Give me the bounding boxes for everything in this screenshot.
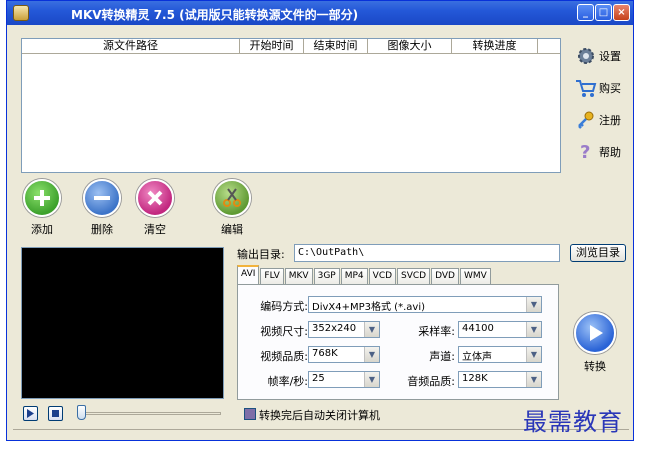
column-end-time[interactable]: 结束时间 [304, 39, 368, 53]
stop-icon [52, 410, 59, 417]
video-preview [21, 247, 224, 399]
video-size-select[interactable]: 352x240 ▼ [308, 321, 380, 338]
sample-rate-value: 44100 [462, 323, 494, 334]
tab-wmv[interactable]: WMV [459, 268, 491, 284]
play-icon [574, 312, 616, 354]
chevron-down-icon[interactable]: ▼ [364, 322, 379, 337]
browse-dir-button[interactable]: 浏览目录 [570, 244, 626, 262]
add-button[interactable]: 添加 [17, 179, 67, 237]
maximize-button[interactable]: □ [595, 4, 612, 21]
title-bar[interactable]: MKV转换精灵 7.5 (试用版只能转换源文件的一部分) _ □ × [7, 1, 633, 25]
seek-slider-thumb[interactable] [77, 405, 86, 420]
video-size-value: 352x240 [312, 323, 357, 334]
audio-quality-value: 128K [462, 373, 488, 384]
video-size-label: 视频尺寸: [260, 325, 308, 338]
auto-shutdown-label[interactable]: 转换完后自动关闭计算机 [259, 407, 380, 423]
convert-button[interactable]: 转换 [572, 312, 618, 374]
fps-select[interactable]: 25 ▼ [308, 371, 380, 388]
chevron-down-icon[interactable]: ▼ [526, 372, 541, 387]
stop-button[interactable] [48, 406, 63, 421]
audio-quality-label: 音频品质: [407, 375, 455, 388]
sample-rate-select[interactable]: 44100 ▼ [458, 321, 542, 338]
add-label: 添加 [31, 223, 53, 236]
tab-3gp[interactable]: 3GP [313, 268, 340, 284]
settings-label: 设置 [599, 50, 621, 63]
column-start-time[interactable]: 开始时间 [240, 39, 304, 53]
gear-icon [575, 45, 597, 67]
buy-label: 购买 [599, 82, 621, 95]
sample-rate-label: 采样率: [418, 325, 455, 338]
buy-button[interactable]: 购买 [575, 77, 635, 99]
audio-quality-select[interactable]: 128K ▼ [458, 371, 542, 388]
tab-flv[interactable]: FLV [260, 268, 284, 284]
chevron-down-icon[interactable]: ▼ [526, 322, 541, 337]
codec-select[interactable]: DivX4+MP3格式 (*.avi) ▼ [308, 296, 542, 313]
video-quality-label: 视频品质: [260, 350, 308, 363]
app-icon [13, 5, 29, 21]
key-icon [575, 109, 597, 131]
fps-value: 25 [312, 373, 325, 384]
clear-label: 清空 [144, 223, 166, 236]
edit-button[interactable]: 编辑 [207, 179, 257, 237]
help-button[interactable]: ? 帮助 [575, 141, 635, 163]
video-quality-select[interactable]: 768K ▼ [308, 346, 380, 363]
help-label: 帮助 [599, 146, 621, 159]
file-list-header: 源文件路径 开始时间 结束时间 图像大小 转换进度 [22, 39, 560, 54]
plus-icon [23, 179, 61, 217]
close-button[interactable]: × [613, 4, 630, 21]
codec-value: DivX4+MP3格式 (*.avi) [312, 302, 425, 313]
app-window: MKV转换精灵 7.5 (试用版只能转换源文件的一部分) _ □ × 源文件路径… [6, 0, 634, 441]
convert-label: 转换 [584, 360, 606, 373]
format-tabs: AVI FLV MKV 3GP MP4 VCD SVCD DVD WMV [237, 265, 492, 284]
channel-value: 立体声 [462, 352, 492, 363]
minimize-button[interactable]: _ [577, 4, 594, 21]
column-source-path[interactable]: 源文件路径 [22, 39, 240, 53]
watermark-text: 最需教育 [523, 408, 623, 436]
edit-label: 编辑 [221, 223, 243, 236]
tab-mp4[interactable]: MP4 [340, 268, 368, 284]
delete-label: 删除 [91, 223, 113, 236]
tab-svcd[interactable]: SVCD [397, 268, 431, 284]
output-dir-label: 输出目录: [237, 248, 285, 261]
tab-mkv[interactable]: MKV [284, 268, 313, 284]
tab-avi[interactable]: AVI [237, 265, 260, 284]
codec-label: 编码方式: [260, 300, 308, 313]
channel-label: 声道: [429, 350, 455, 363]
play-button[interactable] [23, 406, 38, 421]
tab-vcd[interactable]: VCD [368, 268, 397, 284]
avi-settings-panel: 编码方式: DivX4+MP3格式 (*.avi) ▼ 视频尺寸: 352x24… [237, 284, 559, 400]
window-title: MKV转换精灵 7.5 (试用版只能转换源文件的一部分) [71, 8, 359, 22]
minus-icon [83, 179, 121, 217]
column-progress[interactable]: 转换进度 [452, 39, 538, 53]
column-image-size[interactable]: 图像大小 [368, 39, 452, 53]
chevron-down-icon[interactable]: ▼ [526, 347, 541, 362]
svg-text:?: ? [580, 142, 590, 163]
auto-shutdown-checkbox[interactable] [244, 408, 256, 420]
output-dir-input[interactable]: C:\OutPath\ [294, 244, 560, 262]
fps-label: 帧率/秒: [267, 375, 308, 388]
chevron-down-icon[interactable]: ▼ [364, 347, 379, 362]
register-label: 注册 [599, 114, 621, 127]
clear-button[interactable]: 清空 [130, 179, 180, 237]
help-icon: ? [575, 141, 597, 163]
register-button[interactable]: 注册 [575, 109, 635, 131]
chevron-down-icon[interactable]: ▼ [364, 372, 379, 387]
seek-slider-track[interactable] [81, 412, 221, 415]
delete-button[interactable]: 删除 [77, 179, 127, 237]
cart-icon [575, 77, 597, 99]
chevron-down-icon[interactable]: ▼ [526, 297, 541, 312]
video-quality-value: 768K [312, 348, 338, 359]
tab-dvd[interactable]: DVD [431, 268, 459, 284]
settings-button[interactable]: 设置 [575, 45, 635, 67]
scissors-icon [213, 179, 251, 217]
source-file-list[interactable]: 源文件路径 开始时间 结束时间 图像大小 转换进度 [21, 38, 561, 173]
play-icon [27, 409, 34, 418]
channel-select[interactable]: 立体声 ▼ [458, 346, 542, 363]
x-icon [136, 179, 174, 217]
